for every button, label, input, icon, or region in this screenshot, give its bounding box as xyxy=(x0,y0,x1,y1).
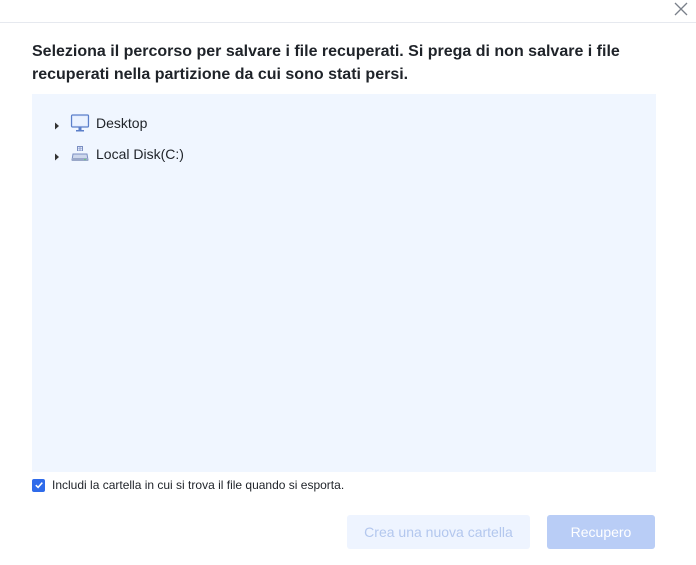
include-folder-checkbox[interactable] xyxy=(32,478,45,492)
close-button[interactable] xyxy=(672,0,690,18)
drive-icon xyxy=(70,144,90,164)
checkmark-icon xyxy=(34,482,43,489)
expand-arrow-icon[interactable] xyxy=(52,118,62,130)
dialog-title: Seleziona il percorso per salvare i file… xyxy=(32,43,620,83)
tree-item-local-disk[interactable]: Local Disk(C:) xyxy=(52,143,184,165)
folder-tree[interactable]: Desktop Local Disk(C:) xyxy=(32,94,656,472)
include-folder-option[interactable]: Includi la cartella in cui si trova il f… xyxy=(32,476,344,494)
monitor-icon xyxy=(70,113,90,133)
recover-button[interactable]: Recupero xyxy=(547,515,655,549)
close-icon xyxy=(674,2,688,16)
tree-item-desktop[interactable]: Desktop xyxy=(52,112,147,134)
tree-item-label: Local Disk(C:) xyxy=(96,146,184,162)
tree-item-label: Desktop xyxy=(96,115,148,131)
include-folder-label: Includi la cartella in cui si trova il f… xyxy=(52,478,345,492)
new-folder-button[interactable]: Crea una nuova cartella xyxy=(347,515,530,549)
dialog-header xyxy=(0,0,696,23)
expand-arrow-icon[interactable] xyxy=(52,149,62,161)
